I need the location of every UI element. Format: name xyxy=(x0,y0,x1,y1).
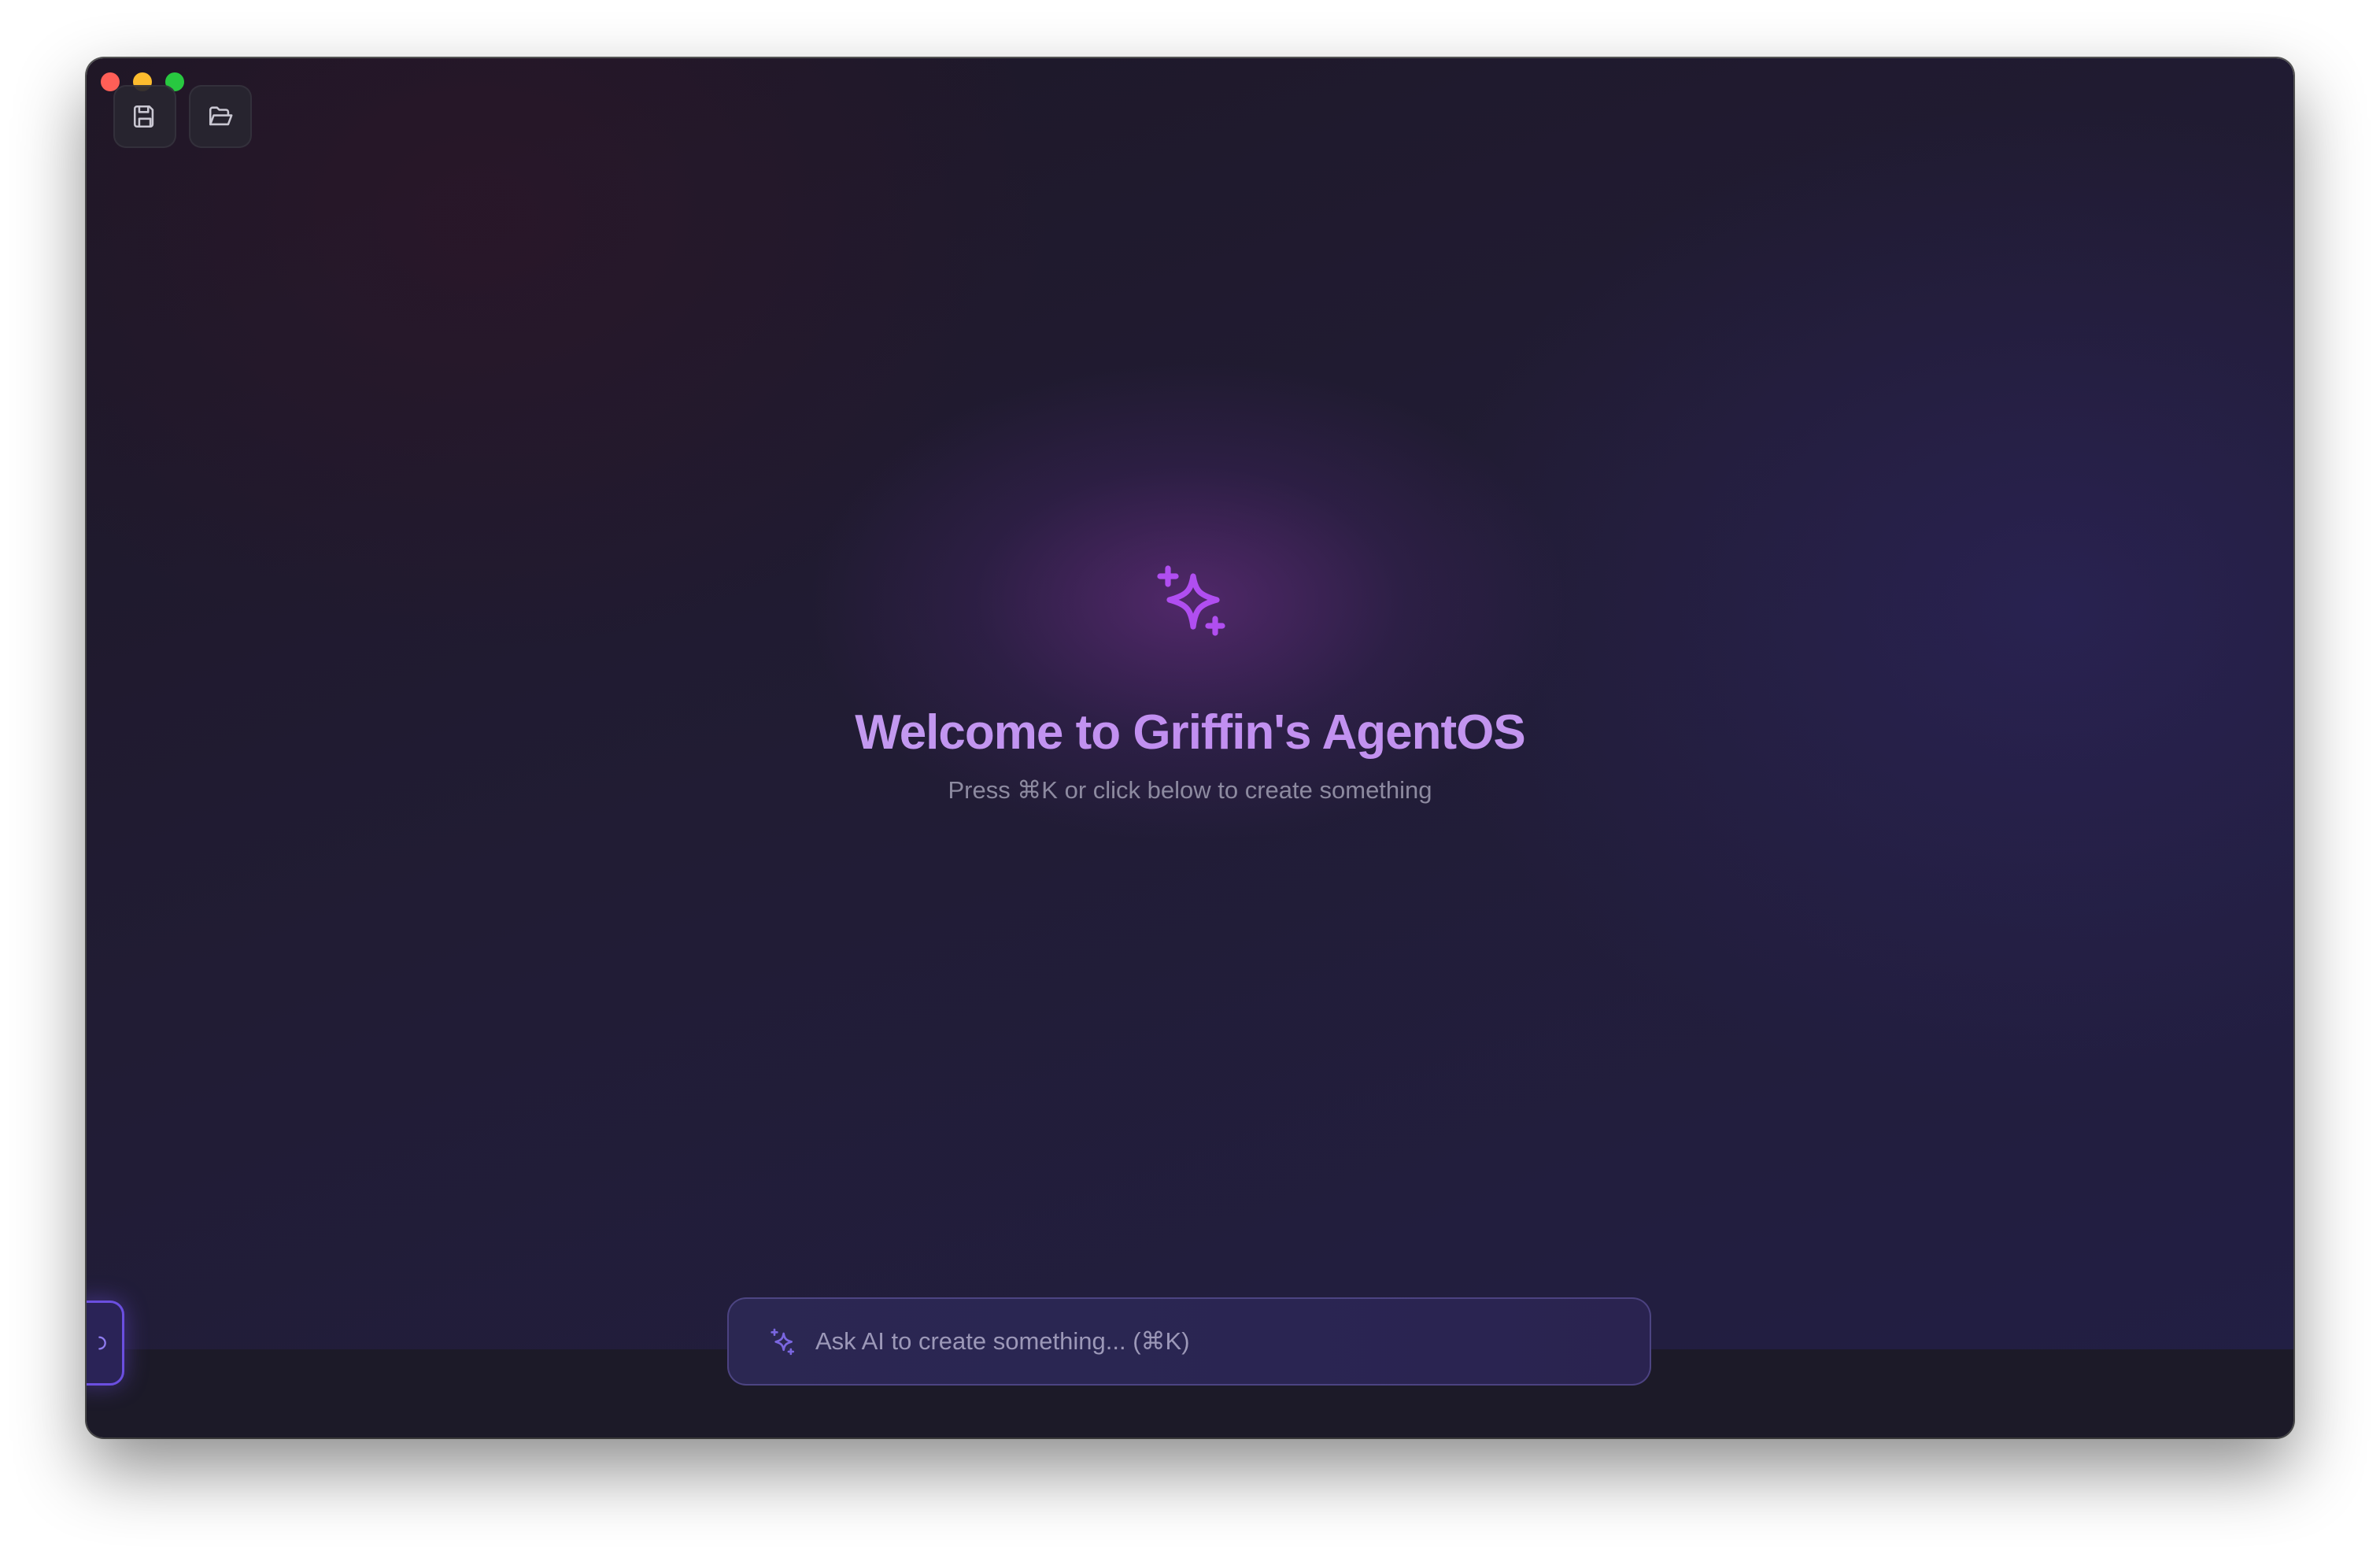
chevron-icon xyxy=(98,1336,106,1350)
ask-ai-input[interactable]: Ask AI to create something... (⌘K) xyxy=(727,1297,1651,1386)
welcome-hero: Welcome to Griffin's AgentOS Press ⌘K or… xyxy=(87,562,2293,808)
sparkles-icon xyxy=(771,1328,795,1356)
sparkles-icon xyxy=(1157,565,1225,636)
save-button[interactable] xyxy=(113,85,176,148)
app-window: Welcome to Griffin's AgentOS Press ⌘K or… xyxy=(87,58,2293,1437)
welcome-subtitle: Press ⌘K or click below to create someth… xyxy=(948,776,1432,804)
toolbar xyxy=(113,85,252,148)
welcome-title: Welcome to Griffin's AgentOS xyxy=(87,704,2293,762)
folder-open-icon xyxy=(209,106,233,126)
save-icon xyxy=(133,105,154,128)
side-panel-toggle[interactable] xyxy=(87,1301,124,1386)
screen: Welcome to Griffin's AgentOS Press ⌘K or… xyxy=(0,0,2380,1554)
ask-ai-placeholder: Ask AI to create something... (⌘K) xyxy=(815,1327,1190,1355)
open-folder-button[interactable] xyxy=(189,85,252,148)
